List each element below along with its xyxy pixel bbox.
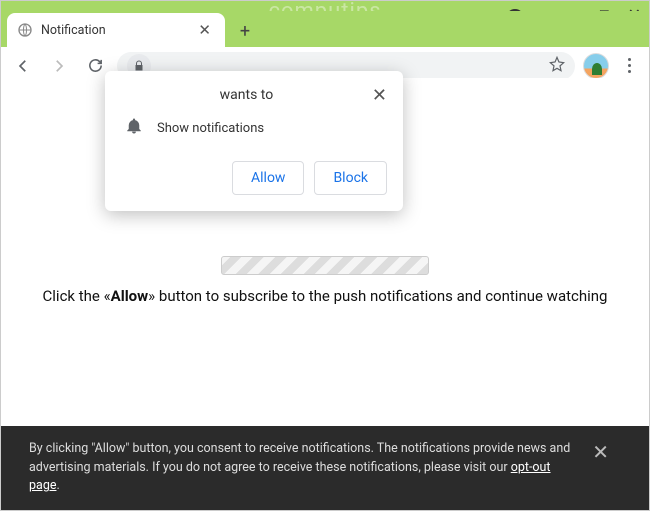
- permission-dialog: wants to ✕ Show notifications Allow Bloc…: [105, 71, 403, 211]
- permission-title: wants to: [121, 87, 372, 103]
- message-bold: Allow: [111, 287, 149, 305]
- tab-close-icon[interactable]: ✕: [194, 21, 215, 39]
- forward-button[interactable]: [45, 52, 73, 80]
- page-message: Click the «Allow» button to subscribe to…: [25, 287, 626, 305]
- bookmark-star-icon[interactable]: [549, 56, 565, 76]
- consent-prefix: By clicking "Allow" button, you consent …: [29, 441, 570, 475]
- block-button[interactable]: Block: [314, 161, 387, 195]
- permission-close-icon[interactable]: ✕: [372, 87, 387, 105]
- window-titlebar: computips — ☐ ✕: [1, 1, 649, 11]
- tab-title: Notification: [41, 23, 186, 38]
- message-prefix: Click the «: [43, 287, 111, 305]
- permission-row: Show notifications: [121, 117, 387, 139]
- bell-icon: [125, 117, 143, 139]
- chrome-menu-button[interactable]: [617, 58, 641, 73]
- loading-bar: [221, 256, 429, 275]
- globe-icon: [17, 22, 33, 38]
- browser-tab[interactable]: Notification ✕: [7, 13, 225, 47]
- message-suffix: » button to subscribe to the push notifi…: [148, 287, 607, 305]
- new-tab-button[interactable]: +: [231, 17, 259, 45]
- consent-suffix: .: [56, 478, 59, 493]
- allow-button[interactable]: Allow: [232, 161, 304, 195]
- consent-banner: By clicking "Allow" button, you consent …: [1, 426, 649, 510]
- consent-text: By clicking "Allow" button, you consent …: [29, 440, 576, 496]
- profile-avatar[interactable]: [583, 53, 609, 79]
- back-button[interactable]: [9, 52, 37, 80]
- consent-close-icon[interactable]: ✕: [592, 440, 609, 464]
- permission-text: Show notifications: [157, 121, 264, 136]
- tabs-bar: Notification ✕ +: [1, 11, 649, 47]
